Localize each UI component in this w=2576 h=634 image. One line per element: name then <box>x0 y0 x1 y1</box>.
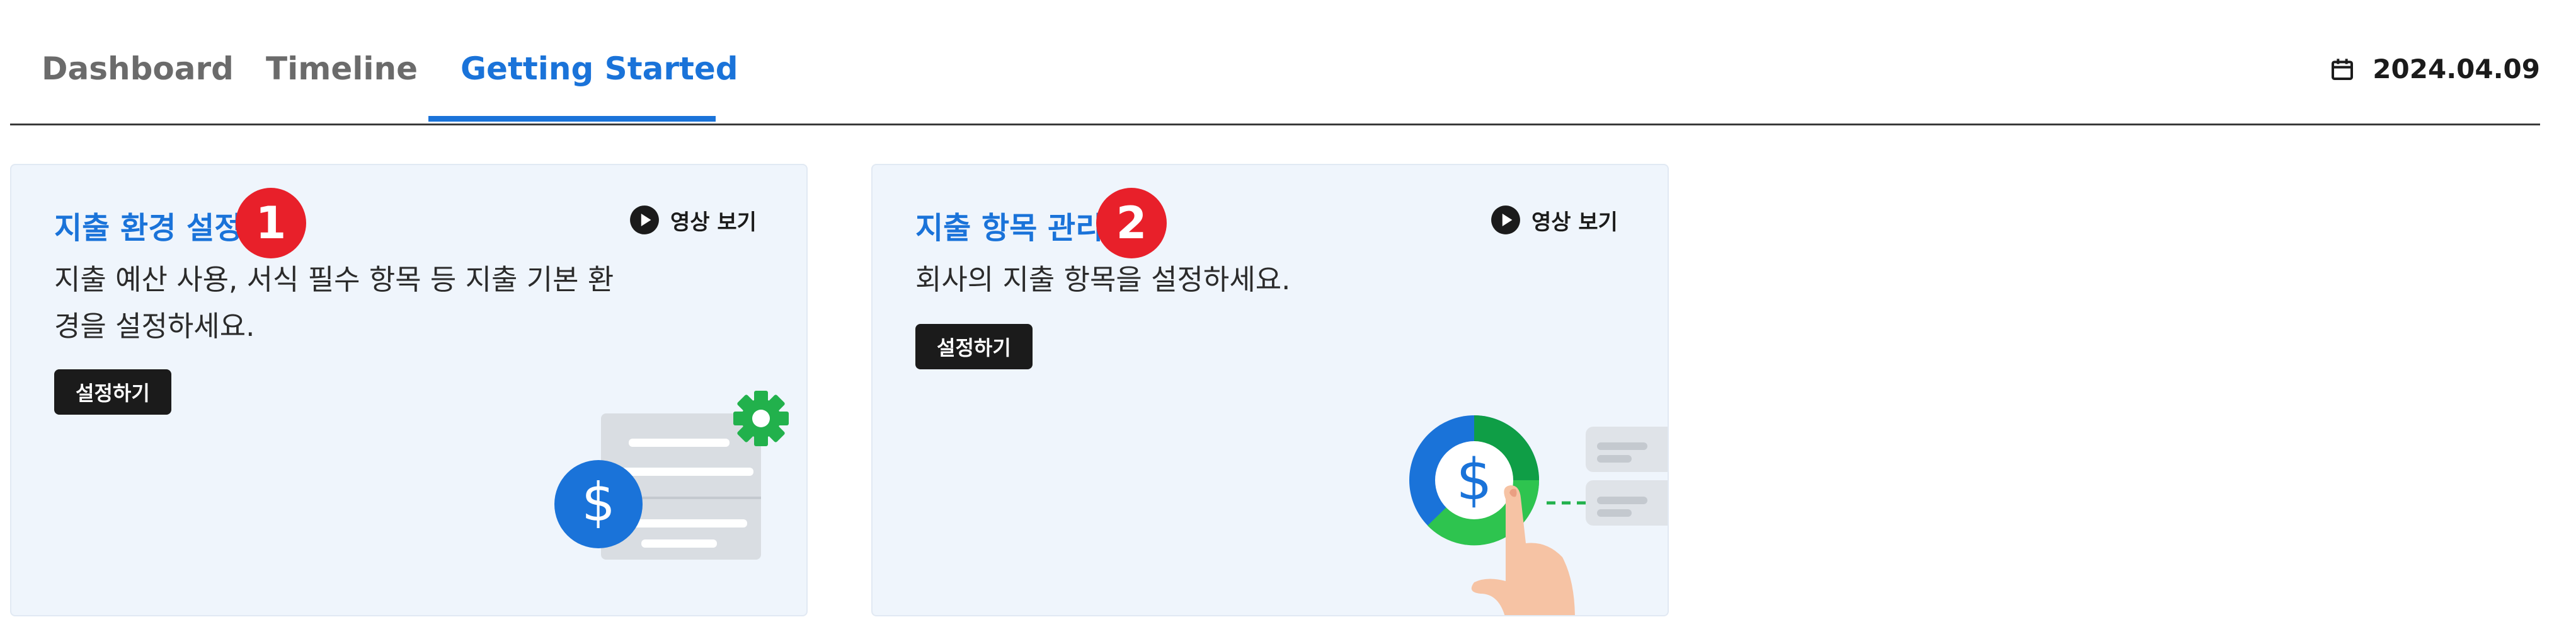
svg-text:$: $ <box>1456 447 1492 513</box>
step-badge: 1 <box>236 188 306 258</box>
getting-started-card-1: 지출 환경 설정 1 영상 보기 지출 예산 사용, 서식 필수 항목 등 지출… <box>10 164 808 616</box>
active-tab-indicator <box>428 116 716 122</box>
tab-getting-started[interactable]: Getting Started <box>461 50 738 87</box>
watch-video-label: 영상 보기 <box>670 209 757 235</box>
card-title[interactable]: 지출 항목 관리 <box>915 203 1103 247</box>
card-title[interactable]: 지출 환경 설정 <box>54 203 242 247</box>
setup-button[interactable]: 설정하기 <box>915 324 1033 369</box>
card-description: 지출 예산 사용, 서식 필수 항목 등 지출 기본 환경을 설정하세요. <box>54 263 614 343</box>
date-display: 2024.04.09 <box>2330 54 2540 84</box>
dollar-coin-icon: $ <box>554 460 643 548</box>
top-tab-bar: Dashboard Timeline Getting Started 2024.… <box>10 0 2540 125</box>
setup-button[interactable]: 설정하기 <box>54 369 171 415</box>
tab-dashboard[interactable]: Dashboard <box>42 50 234 87</box>
gear-icon <box>733 391 789 446</box>
step-badge: 2 <box>1096 188 1167 258</box>
play-circle-icon <box>1491 205 1520 234</box>
svg-text:$: $ <box>581 471 615 533</box>
date-text: 2024.04.09 <box>2373 54 2540 84</box>
donut-chart-dollar-illustration: $ <box>1409 415 1668 615</box>
watch-video-label: 영상 보기 <box>1531 209 1618 235</box>
play-circle-icon <box>630 205 659 234</box>
getting-started-card-2: 지출 항목 관리 2 영상 보기 회사의 지출 항목을 설정하세요. 설정하기 … <box>871 164 1669 616</box>
calendar-icon <box>2332 58 2354 80</box>
settings-document-dollar-illustration: $ <box>554 391 789 560</box>
card-description: 회사의 지출 항목을 설정하세요. <box>915 263 1291 296</box>
tab-timeline[interactable]: Timeline <box>266 50 418 87</box>
watch-video-button[interactable]: 영상 보기 <box>629 204 757 236</box>
watch-video-button[interactable]: 영상 보기 <box>1490 204 1618 236</box>
